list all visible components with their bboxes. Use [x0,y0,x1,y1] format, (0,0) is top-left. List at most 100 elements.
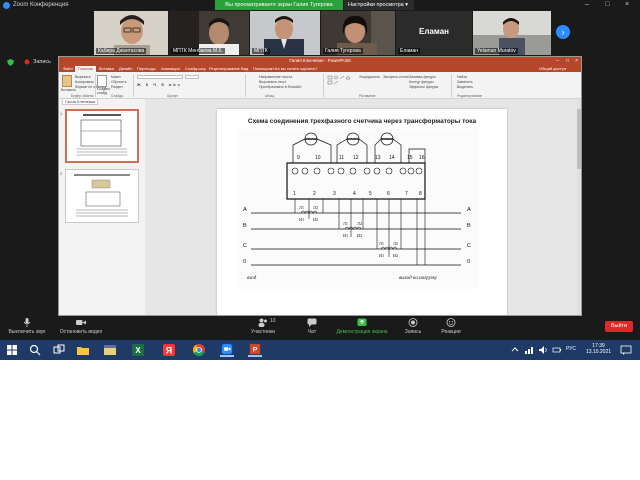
share-screen-icon [357,318,367,326]
svg-text:X: X [135,346,141,355]
current-slide[interactable]: Схема соединения трехфазного счетчика че… [217,109,507,315]
leave-button[interactable]: Выйти [605,321,633,332]
share-screen-label: Демонстрация экрана [336,329,388,335]
section-button[interactable]: Раздел [111,85,123,89]
shape-outline-button[interactable]: Контур фигуры [409,80,433,84]
minimize-button[interactable]: – [585,1,589,8]
clock[interactable]: 17:39 13.10.2021 [586,343,611,355]
participant-name: Кабира Джантасова [96,48,147,54]
zoom-icon[interactable] [220,343,234,357]
tab-design[interactable]: Дизайн [119,66,132,71]
tab-view[interactable]: Вид [241,66,248,71]
terminal-label: 4 [353,191,356,197]
stop-video-label: Остановить видео [59,329,103,335]
select-button[interactable]: Выделить [457,85,473,89]
participant-tile[interactable]: Yelaman Muratov [473,11,551,55]
cut-button[interactable]: Вырезать [75,75,91,79]
start-icon[interactable] [5,343,19,357]
slide-scrollbar[interactable] [577,99,581,315]
tab-slideshow[interactable]: Слайд-шоу [185,66,206,71]
chrome-icon[interactable] [192,343,206,357]
font-format-buttons[interactable]: Ж К Ч S abc [137,82,182,87]
chat-icon [307,318,317,327]
copy-button[interactable]: Копировать [75,80,94,84]
share-button[interactable]: Общий доступ [539,66,566,71]
paste-button[interactable]: Вставить [61,88,76,92]
slide-thumbnail[interactable] [65,169,139,223]
chevron-up-icon[interactable] [510,345,520,355]
shapes-gallery-icon[interactable] [327,75,355,87]
shape-effects-button[interactable]: Эффекты фигуры [409,85,438,89]
find-button[interactable]: Найти [457,75,467,79]
task-view-icon[interactable] [52,343,66,357]
new-slide-button[interactable]: Создать слайд [97,87,110,95]
font-size-box[interactable] [185,75,199,79]
stop-video-button[interactable]: Остановить видео [54,318,108,335]
tab-file[interactable]: Файл [63,66,73,71]
arrange-button[interactable]: Упорядочить [359,75,380,79]
font-name-box[interactable] [137,75,183,79]
powerpoint-icon[interactable]: P [248,343,262,357]
window-title: Zoom Конференция [13,2,69,8]
share-screen-button[interactable]: Демонстрация экрана [330,318,394,335]
mute-button[interactable]: Выключить звук [4,318,50,335]
notes-app-icon[interactable] [103,343,117,357]
close-button[interactable]: × [625,1,629,8]
layout-button[interactable]: Макет [111,75,121,79]
text-direction-button[interactable]: Направление текста [259,75,292,79]
terminal-label: 16 [419,155,425,161]
ct-label: И1 [299,217,304,222]
terminal-label: 15 [407,155,413,161]
ppt-minimize-button[interactable]: – [556,57,559,65]
reactions-button[interactable]: Реакции [436,318,466,335]
scrollbar-thumb[interactable] [577,109,581,169]
slide-thumbnail[interactable] [65,109,139,163]
convert-smartart-button[interactable]: Преобразовать в SmartArt [259,85,301,89]
participant-tile[interactable]: Галия Тугерова [321,11,395,55]
network-icon[interactable] [524,345,534,355]
ppt-close-button[interactable]: × [575,57,578,65]
maximize-button[interactable]: □ [605,1,609,8]
chat-button[interactable]: Чат [300,318,324,335]
ppt-maximize-button[interactable]: □ [566,57,569,65]
search-icon[interactable] [28,343,42,357]
smiley-icon [446,318,456,327]
file-explorer-icon[interactable] [76,343,90,357]
tab-insert[interactable]: Вставка [99,66,114,71]
new-slide-icon[interactable] [97,75,107,87]
battery-icon[interactable] [552,345,562,355]
tell-me-search[interactable]: Что вы хотите сделать? [273,66,317,71]
participant-tile[interactable]: МПТК [250,11,320,55]
view-options-button[interactable]: Настройки просмотра ▾ [344,0,414,10]
mute-label: Выключить звук [8,329,46,335]
record-button[interactable]: Запись [400,318,426,335]
participant-tile[interactable]: МПТК Менбаева М.К. [169,11,249,55]
next-page-arrow-icon[interactable]: › [556,25,570,39]
quick-styles-button[interactable]: Экспресс-стили [383,75,409,79]
ct-label: Л2 [357,221,362,226]
yandex-icon[interactable]: Я [162,343,176,357]
excel-icon[interactable]: X [131,343,145,357]
reset-button[interactable]: Сбросить [111,80,127,84]
input-label: вход [247,276,257,281]
tab-animation[interactable]: Анимация [161,66,180,71]
shape-fill-button[interactable]: Заливка фигуры [409,75,436,79]
replace-button[interactable]: Заменить [457,80,473,84]
ct-label: И1 [343,233,348,238]
tab-review[interactable]: Рецензирование [209,66,240,71]
participant-tile[interactable]: Кабира Джантасова [94,11,168,55]
participants-button[interactable]: 10 Участники [244,318,282,335]
slide-title: Схема соединения трехфазного счетчика че… [247,118,477,125]
ct-label: И2 [393,253,398,258]
participant-tile[interactable]: Еламан Еламан [396,11,472,55]
paste-icon[interactable] [62,75,72,87]
ribbon-separator [323,74,324,97]
tab-assistant[interactable]: Помощник [253,66,273,71]
ribbon-separator [133,74,134,97]
tab-transitions[interactable]: Переходы [137,66,156,71]
language-indicator[interactable]: РУС [566,346,576,352]
align-text-button[interactable]: Выровнять текст [259,80,286,84]
svg-text:P: P [253,347,258,354]
speaker-icon[interactable] [538,345,548,355]
notifications-icon[interactable] [620,344,632,356]
